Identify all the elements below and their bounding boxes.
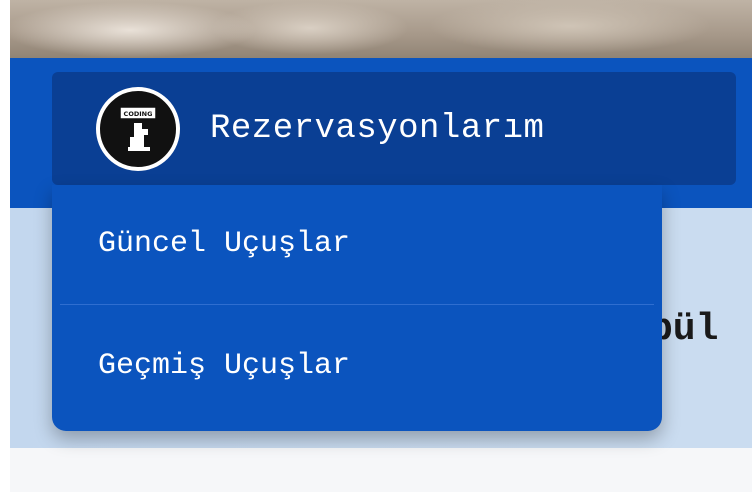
avatar-logo-text: CODING — [124, 110, 153, 118]
menu-item-current-flights[interactable]: Güncel Uçuşlar — [52, 185, 662, 303]
coding-logo-icon: CODING — [119, 105, 157, 151]
bottom-strip — [10, 448, 752, 492]
reservations-label: Rezervasyonlarım — [210, 109, 545, 148]
reservations-dropdown-menu: Güncel Uçuşlar Geçmiş Uçuşlar — [52, 185, 662, 431]
menu-item-past-flights[interactable]: Geçmiş Uçuşlar — [52, 307, 662, 425]
avatar[interactable]: CODING — [96, 86, 180, 171]
reservations-dropdown-toggle[interactable]: CODING Rezervasyonlarım — [52, 72, 736, 185]
hero-image — [10, 0, 752, 60]
menu-divider — [60, 304, 654, 305]
